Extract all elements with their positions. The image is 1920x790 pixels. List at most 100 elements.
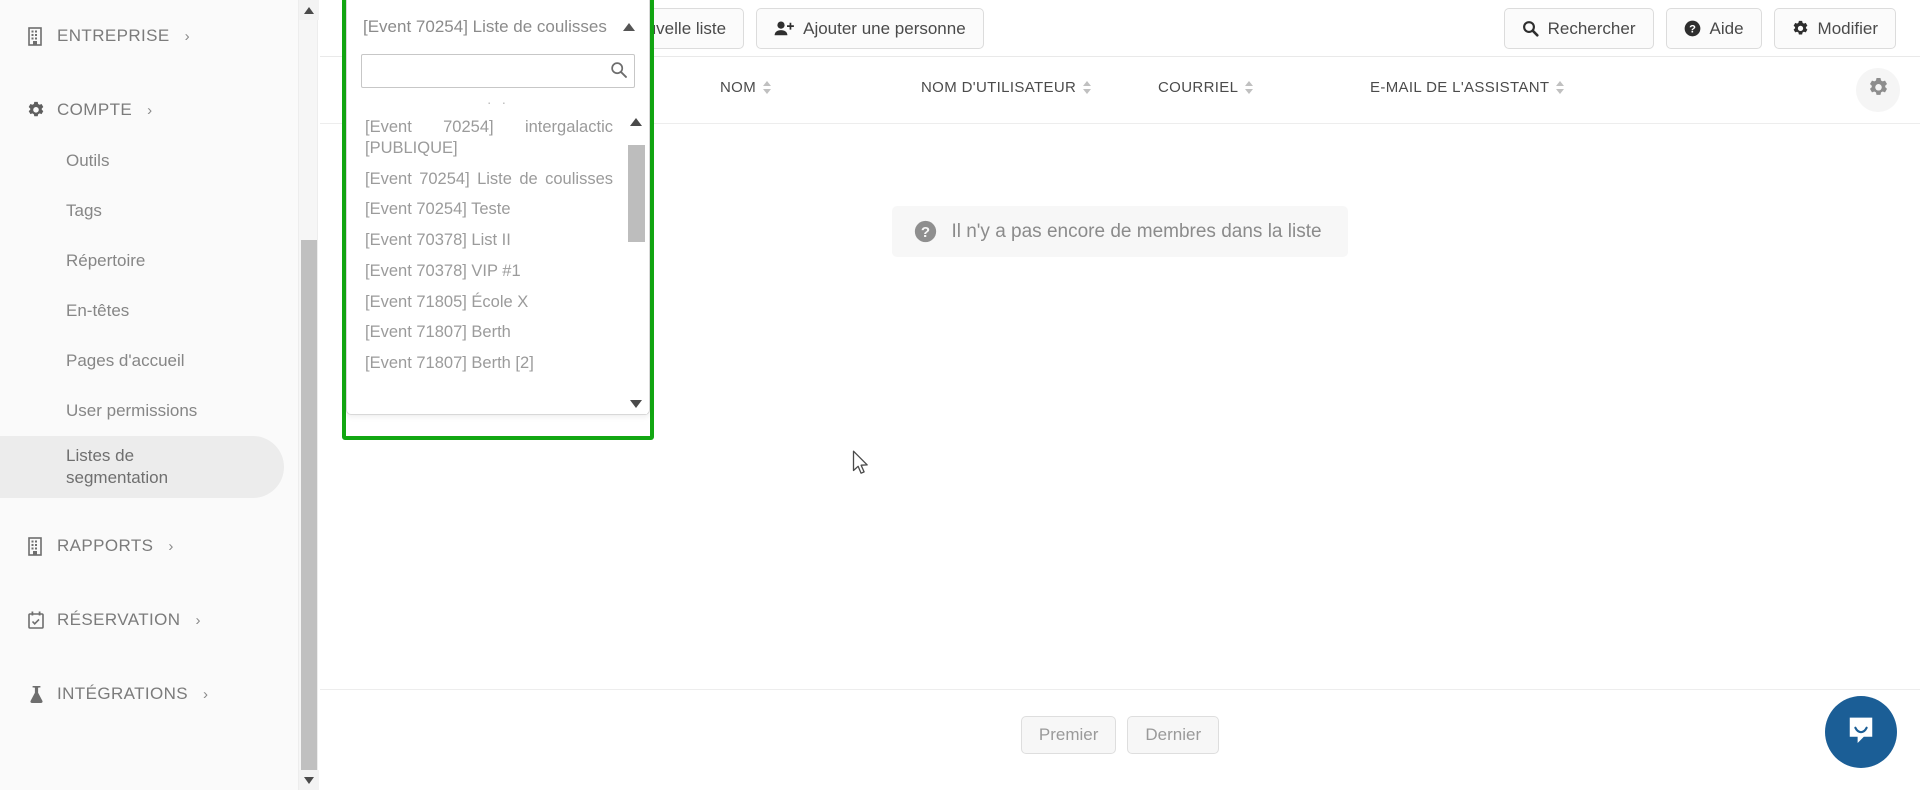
sidebar-group-reservation[interactable]: RÉSERVATION › [0,594,300,646]
sidebar-item-outils[interactable]: Outils [0,136,300,186]
gear-icon [1868,77,1889,103]
chat-launcher-button[interactable] [1825,696,1897,768]
page-scroll-thumb[interactable] [301,240,317,780]
question-circle-icon: ? [1684,20,1701,37]
dropdown-search[interactable] [361,54,635,88]
sort-icon[interactable] [1556,81,1565,94]
column-header-email-assistant[interactable]: E-MAIL DE L'ASSISTANT [1370,79,1565,96]
sidebar-item-en-tetes[interactable]: En-têtes [0,286,300,336]
flask-icon [26,684,46,704]
edit-label: Modifier [1817,18,1878,38]
add-person-label: Ajouter une personne [803,18,966,38]
sidebar-item-pages-d-accueil[interactable]: Pages d'accueil [0,336,300,386]
triangle-up-icon [304,6,314,14]
dropdown-toggle[interactable]: [Event 70254] Liste de coulisses [347,0,649,54]
sidebar-group-label: ENTREPRISE [57,26,170,45]
page-scroll-down-button[interactable] [299,770,319,790]
sidebar-item-label: Répertoire [66,251,146,270]
chevron-up-icon [623,23,635,31]
sort-icon[interactable] [763,81,772,94]
sidebar-item-label: Pages d'accueil [66,351,185,370]
page-scrollbar[interactable] [298,0,319,790]
search-icon [1522,20,1539,37]
sidebar-item-listes-de-segmentation[interactable]: Listes de segmentation [0,436,284,498]
dropdown-search-input[interactable] [361,54,635,88]
dropdown-option[interactable]: [Event 70378] List II [347,225,623,256]
last-page-button[interactable]: Dernier [1127,716,1220,754]
chevron-right-icon: › [147,101,153,119]
sidebar-item-label: En-têtes [66,301,130,320]
column-label: NOM D'UTILISATEUR [921,79,1077,96]
list-selector-dropdown[interactable]: [Event 70254] Liste de coulisses · · [Ev… [346,0,650,415]
question-circle-icon: ? [914,220,937,243]
column-label: NOM [720,79,757,96]
sidebar-group-label: INTÉGRATIONS [57,684,189,703]
chevron-right-icon: › [195,611,201,629]
dropdown-scroll-down-button[interactable] [625,394,647,414]
empty-state-message: Il n'y a pas encore de membres dans la l… [951,220,1322,242]
sort-icon[interactable] [1245,81,1254,94]
column-header-courriel[interactable]: COURRIEL [1158,79,1254,96]
gear-icon [26,100,46,120]
column-header-nom[interactable]: NOM [720,79,772,96]
sidebar-group-integrations[interactable]: INTÉGRATIONS › [0,668,300,720]
sidebar-group-rapports[interactable]: RAPPORTS › [0,520,300,572]
sidebar-item-tags[interactable]: Tags [0,186,300,236]
app-root: ENTREPRISE › COMPTE › Outils Tags Répert… [0,0,1920,790]
empty-state-box: ? Il n'y a pas encore de membres dans la… [892,206,1348,257]
page-scroll-up-button[interactable] [299,0,319,20]
sidebar-item-label: Listes de segmentation [66,446,169,487]
triangle-up-icon [630,118,642,126]
sidebar-group-entreprise[interactable]: ENTREPRISE › [0,10,300,62]
edit-button[interactable]: Modifier [1773,8,1896,49]
dropdown-option[interactable]: [Event 71805] École X [347,287,623,318]
sidebar-group-label: RÉSERVATION [57,610,181,629]
dropdown-option[interactable]: [Event 70378] VIP #1 [347,256,623,287]
sidebar-item-user-permissions[interactable]: User permissions [0,386,300,436]
dropdown-selected-label: [Event 70254] Liste de coulisses [363,17,607,36]
search-label: Rechercher [1547,18,1636,38]
sidebar-item-label: Outils [66,151,110,170]
sidebar-group-compte[interactable]: COMPTE › [0,84,300,136]
chevron-right-icon: › [184,27,191,45]
triangle-down-icon [630,400,642,408]
building-icon [26,536,46,556]
help-button[interactable]: ? Aide [1665,8,1762,49]
triangle-down-icon [304,776,314,784]
sidebar-item-repertoire[interactable]: Répertoire [0,236,300,286]
dropdown-scroll-up-button[interactable] [625,112,647,132]
dropdown-option[interactable]: [Event 70254] intergalactic [PUBLIQUE] [347,112,623,164]
building-icon [26,26,46,46]
sidebar-group-label: COMPTE [57,100,133,119]
search-button[interactable]: Rechercher [1503,8,1654,49]
toolbar-right-actions: Rechercher ? Aide Modifier [1503,8,1896,49]
pagination: Premier Dernier [320,689,1920,754]
svg-text:?: ? [921,224,930,241]
column-label: COURRIEL [1158,79,1239,96]
dropdown-option[interactable]: [Event 71807] Berth [2] [347,348,623,379]
first-page-button[interactable]: Premier [1020,716,1117,754]
sidebar-item-label: Tags [66,201,102,220]
sidebar: ENTREPRISE › COMPTE › Outils Tags Répert… [0,0,300,790]
column-label: E-MAIL DE L'ASSISTANT [1370,79,1550,96]
chevron-right-icon: › [168,537,174,555]
svg-text:?: ? [1689,24,1696,36]
dropdown-option-list[interactable]: [Event 70254] intergalactic [PUBLIQUE] [… [347,112,649,414]
dropdown-scroll-thumb[interactable] [628,145,645,242]
sort-icon[interactable] [1083,81,1092,94]
dropdown-option[interactable]: [Event 71807] Berth [347,317,623,348]
dropdown-loading-dots: · · [486,94,510,110]
sidebar-item-label: User permissions [66,401,198,420]
dropdown-option[interactable]: [Event 70254] Liste de coulisses [347,164,623,195]
gear-icon [1792,20,1809,37]
chevron-right-icon: › [203,685,209,703]
help-label: Aide [1709,18,1744,38]
table-settings-button[interactable] [1856,68,1900,112]
calendar-check-icon [26,610,46,630]
user-plus-icon [774,20,795,37]
dropdown-option[interactable]: [Event 70254] Teste [347,194,623,225]
sidebar-group-label: RAPPORTS [57,536,154,555]
dropdown-scrollbar[interactable] [625,112,647,414]
add-person-button[interactable]: Ajouter une personne [756,8,984,49]
column-header-nom-utilisateur[interactable]: NOM D'UTILISATEUR [921,79,1092,96]
